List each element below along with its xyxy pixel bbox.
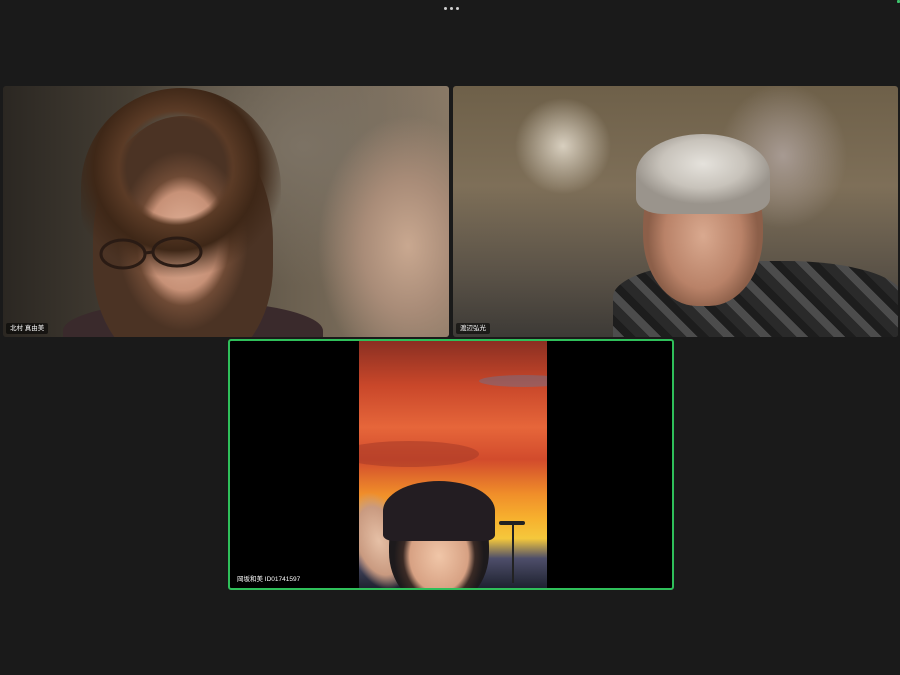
participant-hair: [636, 134, 770, 214]
participant-name-label: 岡坂和美 ID01741597: [237, 576, 301, 583]
participant-name-label: 北村 真由美: [6, 323, 49, 334]
video-conference-screen: 北村 真由美 渡辺弘光 岡坂和美 ID01741597: [0, 0, 900, 675]
participant-tile-1[interactable]: 北村 真由美: [3, 86, 449, 337]
participant-hair: [383, 481, 495, 541]
more-options-button[interactable]: [436, 0, 466, 16]
participant-name-label: 渡辺弘光: [456, 323, 490, 334]
sky-cloud: [479, 375, 547, 387]
portrait-video-feed: [359, 341, 547, 588]
street-lamp-pole: [512, 523, 514, 583]
participant-video: [230, 341, 672, 588]
glasses-shape: [99, 236, 203, 270]
participant-tile-2[interactable]: 渡辺弘光: [453, 86, 898, 337]
participant-video: [3, 86, 449, 337]
participant-tile-3-active-speaker[interactable]: 岡坂和美 ID01741597: [228, 339, 674, 590]
more-dot-icon: [449, 6, 453, 10]
more-dot-icon: [443, 6, 447, 10]
more-dot-icon: [455, 6, 459, 10]
participant-video: [453, 86, 898, 337]
sky-cloud: [359, 441, 479, 467]
